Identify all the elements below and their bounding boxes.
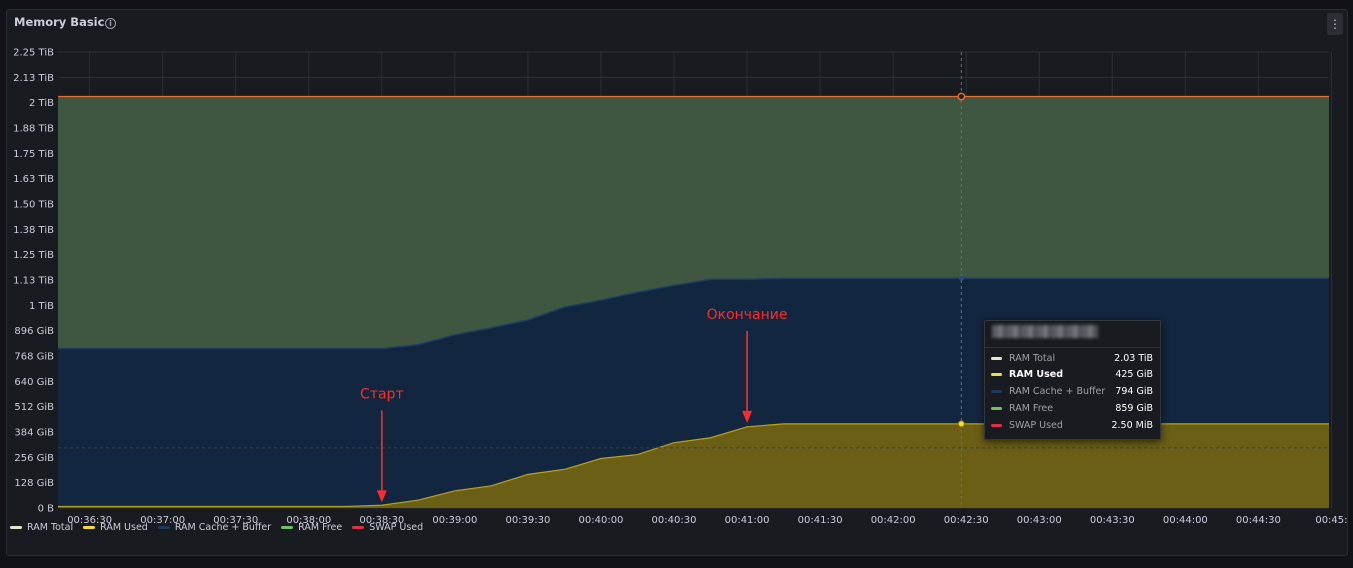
legend-label: RAM Total — [27, 522, 74, 533]
x-tick-label: 00:43:30 — [1090, 515, 1135, 526]
legend-swatch — [10, 526, 22, 529]
y-tick-label: 2 TiB — [29, 98, 54, 109]
tooltip-swatch — [991, 406, 1002, 410]
hover-point-ram-cache — [958, 275, 964, 281]
legend-swatch — [83, 526, 96, 529]
x-tick-label: 00:40:00 — [579, 515, 624, 526]
x-tick-label: 00:39:00 — [432, 515, 477, 526]
x-tick-label: 00:42:00 — [871, 515, 916, 526]
y-tick-label: 1.50 TiB — [13, 200, 54, 211]
tooltip-swatch — [991, 390, 1002, 394]
memory-area-chart[interactable]: 0 B 128 GiB 256 GiB 384 GiB 512 GiB 640 GiB 76… — [0, 0, 1353, 568]
y-tick-label: 1.25 TiB — [13, 250, 54, 261]
x-tick-label: 00:45: — [1315, 515, 1347, 526]
annotation-end-label: Окончание — [707, 307, 788, 323]
y-tick-label: 2.25 TiB — [13, 48, 54, 59]
legend-item[interactable]: RAM Total — [10, 522, 73, 533]
area-layer — [58, 96, 1329, 508]
tooltip-row: RAM Cache + Buffer 794 GiB — [991, 385, 1153, 399]
tooltip-row: RAM Free 859 GiB — [991, 401, 1153, 415]
tooltip-series-value: 794 GiB — [1115, 386, 1153, 398]
legend-item[interactable]: SWAP Used — [352, 522, 423, 533]
tooltip-series-value: 2.03 TiB — [1114, 352, 1153, 364]
legend-swatch — [157, 526, 170, 529]
annotation-start-label: Старт — [360, 386, 404, 402]
legend-label: RAM Cache + Buffer — [174, 522, 272, 533]
hover-tooltip: RAM Total 2.03 TiB RAM Used 425 GiB RAM Cach… — [984, 320, 1161, 440]
legend-swatch — [352, 526, 365, 529]
y-tick-label: 1.75 TiB — [13, 149, 54, 160]
y-tick-label: 1.38 TiB — [13, 225, 54, 236]
legend-swatch — [281, 526, 294, 529]
legend-item[interactable]: RAM Cache + Buffer — [157, 522, 272, 533]
y-tick-label: 512 GiB — [14, 402, 54, 413]
tooltip-series-name: RAM Free — [1009, 402, 1054, 414]
tooltip-blurred-host — [992, 325, 1098, 338]
x-tick-label: 00:41:00 — [725, 515, 770, 526]
x-tick-label: 00:43:00 — [1017, 515, 1062, 526]
y-tick-label: 640 GiB — [14, 377, 54, 388]
legend-label: RAM Used — [100, 522, 148, 533]
tooltip-series-name: RAM Total — [1009, 352, 1056, 364]
y-tick-label: 256 GiB — [14, 453, 54, 464]
tooltip-series-value: 425 GiB — [1115, 369, 1153, 381]
hover-point-ram-used — [957, 420, 965, 428]
x-tick-label: 00:41:30 — [798, 515, 843, 526]
hover-point-ram-total — [957, 92, 966, 101]
x-tick-label: 00:42:30 — [944, 515, 989, 526]
x-tick-label: 00:39:30 — [505, 515, 550, 526]
x-tick-label: 00:44:30 — [1236, 515, 1281, 526]
tooltip-swatch — [991, 423, 1002, 427]
tooltip-series-value: 2.50 MiB — [1111, 419, 1153, 431]
y-tick-label: 896 GiB — [14, 326, 54, 337]
tooltip-series-name: RAM Used — [1009, 369, 1064, 381]
y-tick-label: 768 GiB — [14, 352, 54, 363]
tooltip-row: RAM Used 425 GiB — [991, 368, 1153, 382]
y-tick-label: 1.88 TiB — [13, 124, 54, 135]
y-tick-label: 1.63 TiB — [13, 174, 54, 185]
legend-label: SWAP Used — [369, 522, 424, 533]
legend-item[interactable]: RAM Used — [83, 522, 148, 533]
tooltip-swatch — [991, 356, 1002, 360]
legend: RAM Total RAM Used RAM Cache + Buffer RAM F… — [10, 522, 423, 533]
y-tick-label: 1.13 TiB — [13, 276, 54, 287]
y-tick-label: 2.13 TiB — [13, 73, 54, 84]
y-tick-label: 0 B — [38, 504, 55, 515]
tooltip-row: RAM Total 2.03 TiB — [991, 351, 1153, 365]
legend-label: RAM Free — [298, 522, 343, 533]
legend-item[interactable]: RAM Free — [281, 522, 342, 533]
tooltip-series-value: 859 GiB — [1115, 402, 1153, 414]
y-tick-label: 128 GiB — [14, 478, 54, 489]
tooltip-row: SWAP Used 2.50 MiB — [991, 418, 1153, 432]
x-tick-label: 00:44:00 — [1163, 515, 1208, 526]
y-tick-label: 384 GiB — [14, 428, 54, 439]
tooltip-header — [985, 321, 1160, 348]
x-tick-label: 00:40:30 — [652, 515, 697, 526]
tooltip-swatch — [991, 373, 1002, 377]
y-tick-label: 1 TiB — [29, 301, 54, 312]
tooltip-series-name: RAM Cache + Buffer — [1009, 386, 1106, 398]
tooltip-series-name: SWAP Used — [1009, 419, 1063, 431]
